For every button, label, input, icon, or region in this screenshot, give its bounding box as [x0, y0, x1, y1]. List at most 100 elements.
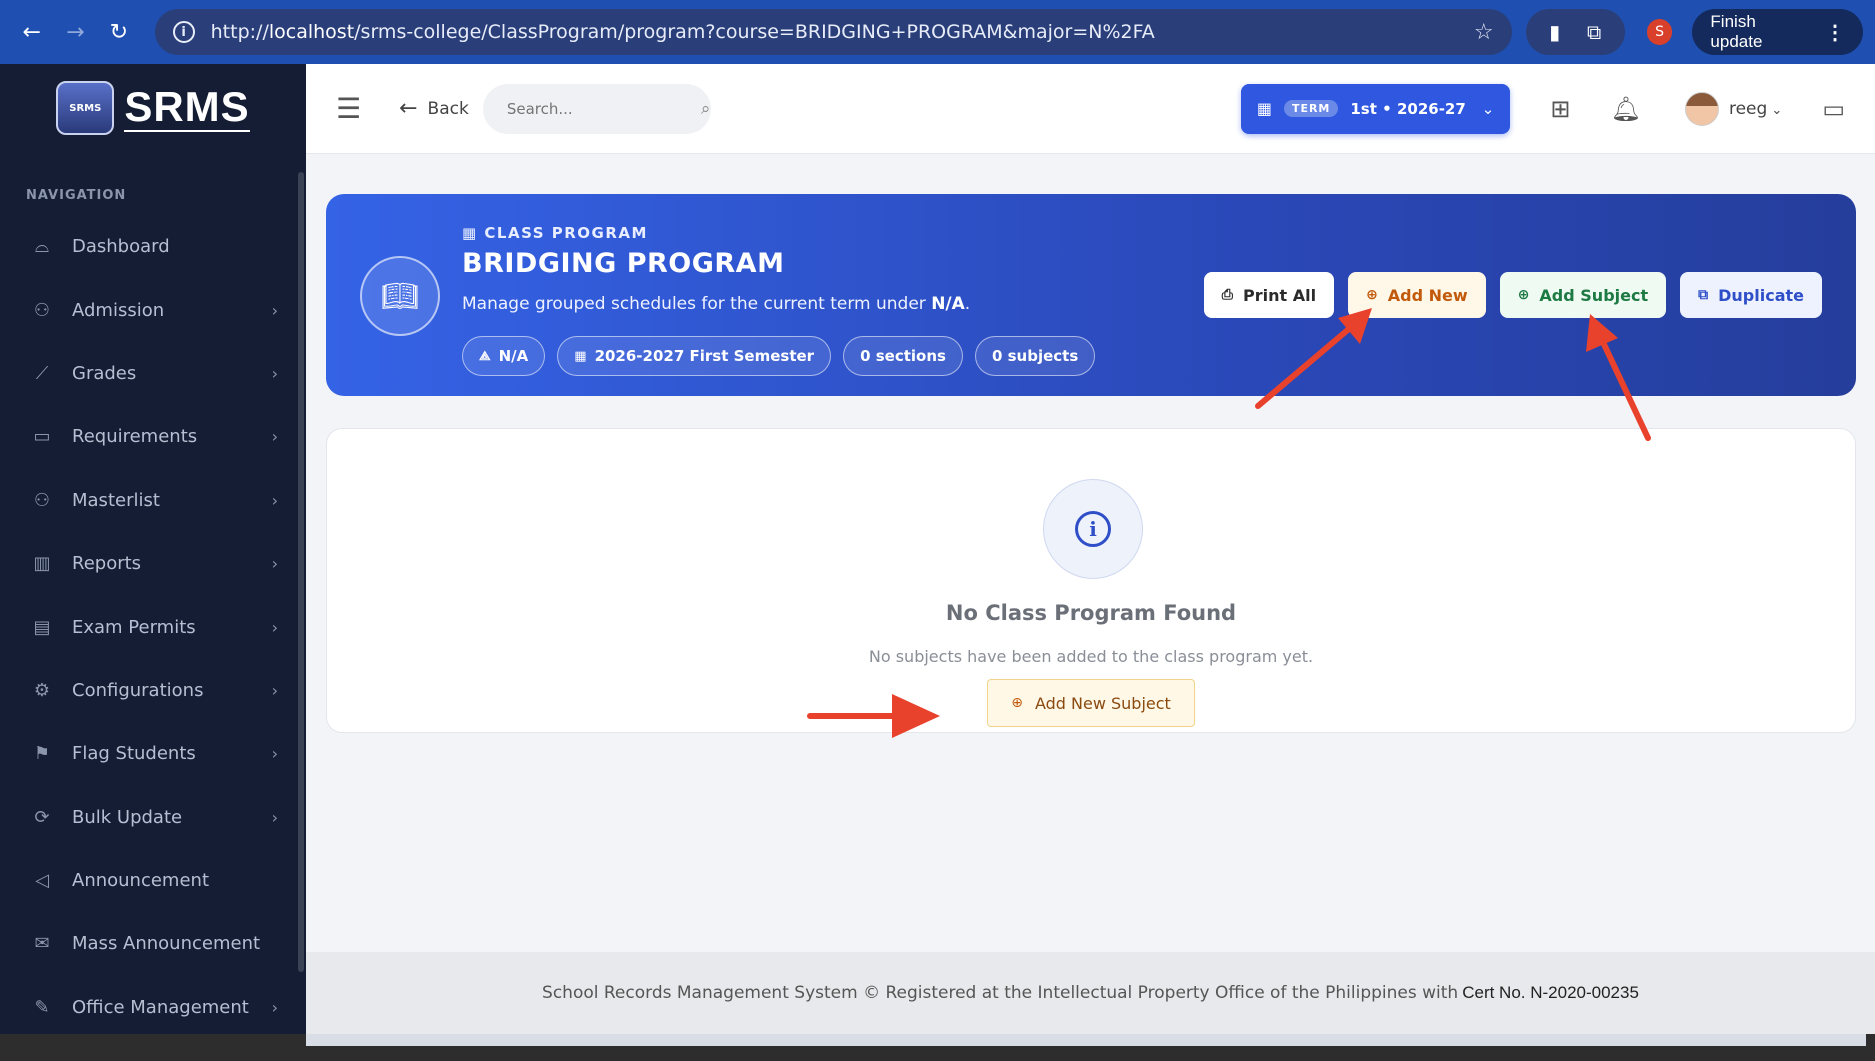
empty-state-title: No Class Program Found [945, 601, 1237, 625]
sidebar-item-office-management[interactable]: ✎ Office Management › [0, 976, 306, 1039]
sidebar-item-mass-announcement[interactable]: ✉ Mass Announcement [0, 912, 306, 975]
sidebar: SRMS SRMS NAVIGATION ⌓ Dashboard ⚇ Admissio… [0, 64, 306, 1034]
banner-description: Manage grouped schedules for the current… [462, 294, 971, 314]
page-title: BRIDGING PROGRAM [462, 248, 785, 279]
chevron-down-icon: ⌄ [1481, 99, 1495, 118]
address-url[interactable]: http://localhost/srms-college/ClassProgr… [211, 21, 1474, 43]
chevron-right-icon: › [271, 490, 278, 510]
print-all-button[interactable]: ⎙ Print All [1203, 272, 1335, 318]
nav-icon: ◁ [35, 870, 49, 892]
sidebar-item-reports[interactable]: ▥ Reports › [0, 532, 306, 595]
sidebar-item-label: Masterlist [72, 489, 160, 511]
nav-icon: ▥ [33, 553, 51, 575]
sidebar-scrollbar[interactable] [298, 172, 304, 972]
calendar-icon: ▦ [1256, 99, 1272, 118]
nav-icon: ⚇ [33, 489, 51, 511]
main-content: ☰ ← Back ⌕ ▦ TERM 1st • 2026-27 ⌄ ⊞ 🔔︎ r… [306, 64, 1875, 1034]
footer: School Records Management System © Regis… [306, 952, 1875, 1034]
hamburger-menu-icon[interactable]: ☰ [336, 92, 361, 125]
extensions-puzzle-icon[interactable]: ⧉ [1587, 20, 1601, 44]
search-input[interactable] [506, 99, 701, 118]
sidebar-item-label: Dashboard [72, 236, 170, 258]
major-chip: ⟁ N/A [462, 336, 546, 376]
banner-actions: ⎙ Print All ⊕ Add New ⊕ Add Subject ⧉ Duplic… [1190, 272, 1822, 318]
sidebar-item-label: Exam Permits [72, 616, 196, 638]
crest-icon: SRMS [56, 81, 115, 135]
sidebar-item-label: Reports [72, 553, 142, 575]
copy-icon: ⧉ [1698, 287, 1709, 303]
sidebar-item-label: Configurations [72, 679, 204, 701]
nav-icon: ⟳ [34, 806, 50, 828]
empty-state-subtitle: No subjects have been added to the class… [868, 647, 1314, 666]
user-menu[interactable]: reeg ⌄ [1729, 99, 1782, 119]
nav-icon: ✉ [34, 933, 50, 955]
sidebar-item-flag-students[interactable]: ⚑ Flag Students › [0, 722, 306, 785]
bookmark-star-icon[interactable]: ☆ [1474, 20, 1494, 45]
sidebar-item-exam-permits[interactable]: ▤ Exam Permits › [0, 595, 306, 658]
sidebar-item-grades[interactable]: ⟋ Grades › [0, 342, 306, 405]
back-button[interactable]: ← Back [399, 96, 469, 121]
sidebar-item-label: Flag Students [72, 743, 196, 765]
nav-icon: ▤ [33, 616, 51, 638]
plus-circle-icon: ⊕ [1366, 287, 1378, 303]
sidebar-item-configurations[interactable]: ⚙ Configurations › [0, 659, 306, 722]
nav-icon: ⟋ [35, 362, 49, 384]
browser-reload-icon[interactable]: ↻ [99, 12, 139, 52]
nav-icon: ⌓ [34, 236, 50, 258]
sidebar-item-label: Office Management [72, 996, 249, 1018]
duplicate-button[interactable]: ⧉ Duplicate [1680, 272, 1822, 318]
cert-number: Cert No. N-2020-00235 [1462, 983, 1639, 1002]
term-chip: ▦ 2026-2027 First Semester [557, 336, 832, 376]
chevron-down-icon: ⌄ [1767, 102, 1783, 118]
search-box[interactable]: ⌕ [482, 83, 711, 134]
browser-forward-icon[interactable]: → [56, 12, 96, 52]
chevron-right-icon: › [271, 300, 278, 320]
add-new-subject-button[interactable]: ⊕ Add New Subject [987, 679, 1195, 727]
kebab-menu-icon: ⋮ [1824, 21, 1845, 44]
browser-back-icon[interactable]: ← [12, 12, 52, 52]
sections-chip: 0 sections [843, 336, 963, 376]
arrow-left-icon: ← [399, 96, 418, 121]
add-subject-button[interactable]: ⊕ Add Subject [1499, 272, 1667, 318]
hierarchy-icon: ⟁ [479, 348, 491, 364]
brand-name: SRMS [124, 83, 250, 132]
printer-icon: ⎙ [1221, 287, 1233, 303]
extensions-group: ▮ ⧉ [1525, 9, 1625, 55]
site-info-icon[interactable]: i [172, 21, 195, 43]
nav-icon: ✎ [34, 996, 50, 1018]
sidebar-item-dashboard[interactable]: ⌓ Dashboard [0, 215, 306, 278]
plus-circle-icon: ⊕ [1517, 287, 1530, 303]
nav-list: ⌓ Dashboard ⚇ Admission › ⟋ Grades › ▭ Requiremen… [0, 215, 306, 1039]
sidebar-item-announcement[interactable]: ◁ Announcement [0, 849, 306, 912]
chevron-right-icon: › [271, 807, 278, 827]
subjects-chip: 0 subjects [974, 336, 1096, 376]
finish-update-button[interactable]: Finish update ⋮ [1692, 9, 1863, 55]
add-new-button[interactable]: ⊕ Add New [1348, 272, 1486, 318]
sidebar-item-bulk-update[interactable]: ⟳ Bulk Update › [0, 786, 306, 849]
chevron-right-icon: › [271, 997, 278, 1017]
sidebar-item-label: Requirements [72, 426, 198, 448]
calendar-icon: ▦ [574, 348, 587, 364]
top-right-group: ▦ TERM 1st • 2026-27 ⌄ ⊞ 🔔︎ reeg ⌄ ▭ [1240, 83, 1845, 134]
sidebar-item-requirements[interactable]: ▭ Requirements › [0, 405, 306, 468]
nav-heading: NAVIGATION [26, 188, 127, 203]
user-avatar[interactable] [1684, 91, 1719, 126]
nav-icon: ⚇ [33, 299, 51, 321]
chevron-right-icon: › [271, 363, 278, 383]
sidebar-item-masterlist[interactable]: ⚇ Masterlist › [0, 469, 306, 532]
term-selector[interactable]: ▦ TERM 1st • 2026-27 ⌄ [1240, 83, 1511, 134]
empty-state-card: i No Class Program Found No subjects hav… [326, 428, 1856, 733]
chevron-right-icon: › [271, 617, 278, 637]
bell-icon[interactable]: 🔔︎ [1610, 95, 1640, 123]
sidebar-item-admission[interactable]: ⚇ Admission › [0, 278, 306, 341]
apps-grid-icon[interactable]: ⊞ [1550, 95, 1570, 123]
chevron-right-icon: › [271, 680, 278, 700]
address-bar[interactable]: i http://localhost/srms-college/ClassPro… [154, 9, 1512, 55]
top-bar: ☰ ← Back ⌕ ▦ TERM 1st • 2026-27 ⌄ ⊞ 🔔︎ r… [306, 64, 1875, 154]
profile-avatar[interactable]: S [1646, 19, 1673, 45]
nav-icon: ▭ [33, 426, 51, 448]
search-icon[interactable]: ⌕ [701, 99, 711, 119]
reading-list-icon[interactable]: ▮ [1549, 20, 1560, 44]
app-logo[interactable]: SRMS SRMS [0, 64, 306, 152]
chat-icon[interactable]: ▭ [1822, 95, 1845, 123]
